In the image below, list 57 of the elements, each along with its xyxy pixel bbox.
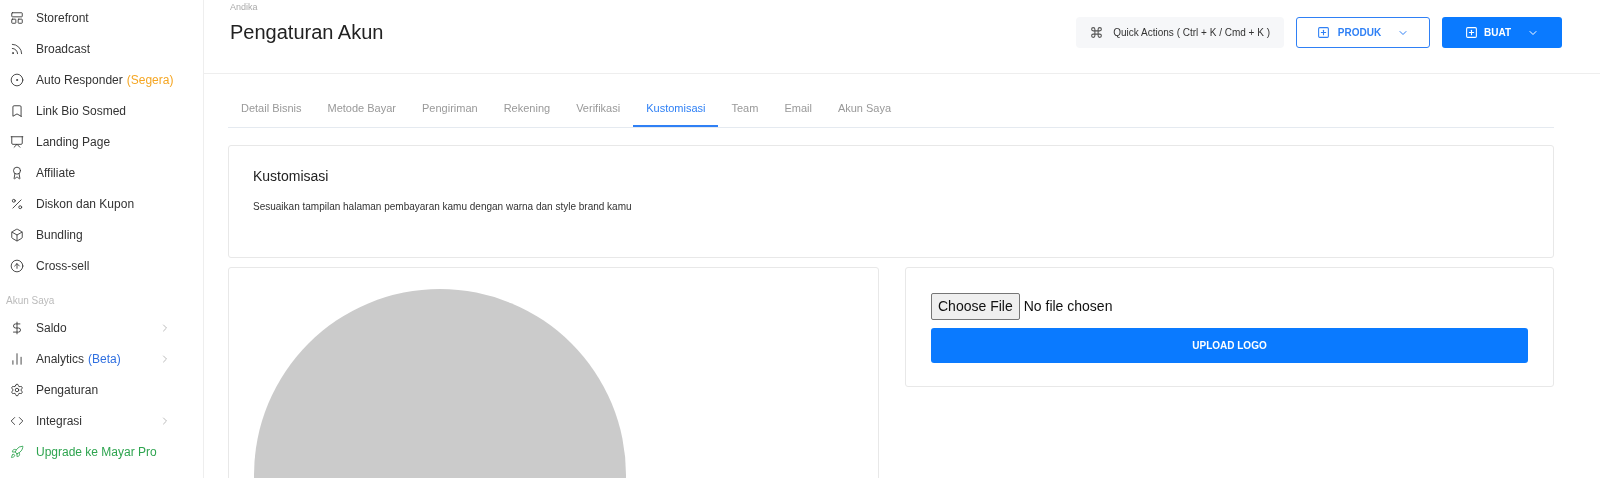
section-title: Kustomisasi [253,167,330,186]
sidebar-tag: (Segera) [126,70,174,89]
sidebar-item[interactable]: Storefront [4,2,203,33]
sidebar-item[interactable]: Saldo [4,312,203,343]
bookmark-icon [10,103,24,118]
section-description: Sesuaikan tampilan halaman pembayaran kamu dengan warna dan style brand kamu [253,200,633,214]
sidebar-tag: (Beta) [88,349,121,368]
page-title: Pengaturan Akun [230,19,384,45]
sidebar-item[interactable]: Pengaturan [4,374,203,405]
sidebar-label: Landing Page [36,133,111,151]
plus-square-icon [1316,26,1330,39]
target-icon [10,72,24,87]
sidebar-label: Bundling [36,226,83,244]
product-button[interactable]: PRODUK [1296,17,1430,48]
sidebar-item[interactable]: Diskon dan Kupon [4,188,203,219]
sidebar-item[interactable]: Landing Page [4,126,203,157]
settings-icon [10,382,24,397]
percent-icon [10,196,24,211]
presentation-icon [10,134,24,149]
upload-logo-button[interactable]: UPLOAD LOGO [931,328,1528,363]
layout-icon [10,10,24,25]
bar-chart-icon [10,351,24,366]
plus-square-icon [1465,26,1478,39]
sidebar-item[interactable]: Cross-sell [4,250,203,281]
sidebar-label: Pengaturan [36,381,99,399]
sidebar-label: Storefront [36,9,89,27]
arrow-up-circle-icon [10,258,24,273]
sidebar-label: Saldo [36,319,67,337]
sidebar-item[interactable]: Bundling [4,219,203,250]
create-button[interactable]: BUAT [1442,17,1562,48]
choose-file-button[interactable]: Choose File [931,293,1020,320]
sidebar-item[interactable]: Link Bio Sosmed [4,95,203,126]
sidebar-label: Cross-sell [36,257,90,275]
command-icon [1090,26,1104,39]
sidebar-label: Link Bio Sosmed [36,102,127,120]
sidebar-label: Auto Responder [36,71,123,89]
rss-icon [10,41,24,56]
sidebar-item[interactable]: Broadcast [4,33,203,64]
sidebar-label: Integrasi [36,412,83,430]
sidebar-item[interactable]: Affiliate [4,157,203,188]
sidebar-item[interactable]: Auto Responder (Segera) [4,64,203,95]
quick-actions-button[interactable]: Quick Actions ( Ctrl + K / Cmd + K ) [1076,17,1284,48]
sidebar-item[interactable]: Analytics (Beta) [4,343,203,374]
section-title: Akun Saya [5,294,56,308]
dollar-icon [10,320,24,335]
sidebar-label: Analytics [36,350,85,368]
rocket-icon [10,444,24,459]
sidebar-item[interactable]: Integrasi [4,405,203,436]
cube-icon [10,227,24,242]
award-icon [10,165,24,180]
file-status: No file chosen [1023,297,1113,316]
sidebar-label: Affiliate [36,164,76,182]
tab[interactable]: Kustomisasi [633,91,719,127]
sidebar-label: Broadcast [36,40,91,58]
breadcrumb: Andika [230,1,259,14]
sidebar-label: Diskon dan Kupon [36,195,135,213]
sidebar-label: Upgrade ke Mayar Pro [36,443,157,461]
